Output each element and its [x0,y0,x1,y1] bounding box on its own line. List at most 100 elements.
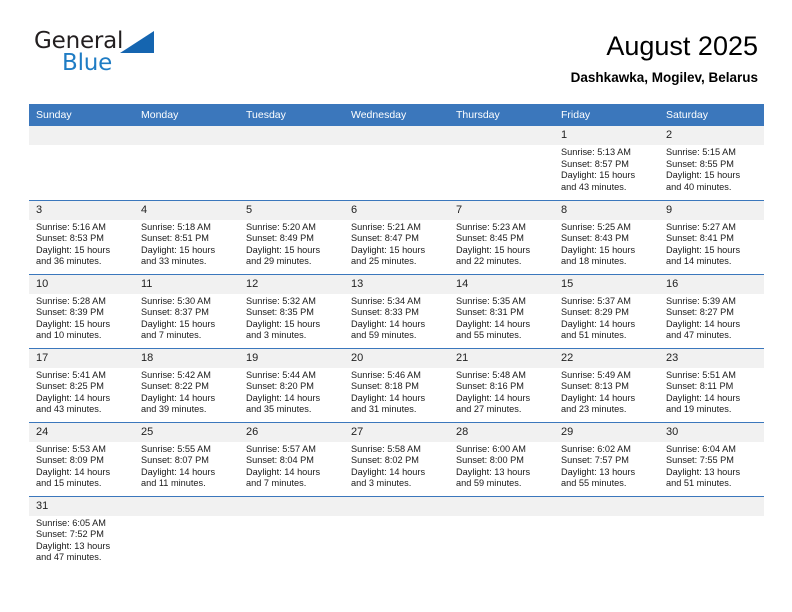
day-cell-content: 28 Sunrise: 6:00 AM Sunset: 8:00 PM Dayligh… [449,422,554,496]
daylight-duration-line1: Daylight: 14 hours [351,318,426,329]
daylight-duration-line1: Daylight: 15 hours [246,244,321,255]
daylight-duration-line1: Daylight: 14 hours [141,392,216,403]
sunrise-time: Sunrise: 5:39 AM [666,295,736,306]
calendar-day-cell[interactable]: 11 Sunrise: 5:30 AM Sunset: 8:37 PM Dayligh… [134,273,239,348]
day-cell-content: 14 Sunrise: 5:35 AM Sunset: 8:31 PM Dayligh… [449,274,554,348]
calendar-header-row: Sunday Monday Tuesday Wednesday Thursday Frid… [29,104,764,126]
sunrise-time: Sunrise: 5:20 AM [246,221,316,232]
sun-info: Sunrise: 6:02 AM Sunset: 7:57 PM Daylight:… [554,442,659,490]
day-number: 18 [134,348,239,368]
calendar-day-cell[interactable]: 18 Sunrise: 5:42 AM Sunset: 8:22 PM Dayligh… [134,347,239,422]
day-number: 21 [449,348,554,368]
calendar-day-cell[interactable]: 7 Sunrise: 5:23 AM Sunset: 8:45 PM Daylight… [449,199,554,274]
daylight-duration-line2: and 7 minutes. [141,330,202,341]
sunrise-time: Sunrise: 5:18 AM [141,221,211,232]
day-cell-content: 25 Sunrise: 5:55 AM Sunset: 8:07 PM Dayligh… [134,422,239,496]
day-number [449,126,554,145]
day-cell-content: 10 Sunrise: 5:28 AM Sunset: 8:39 PM Dayligh… [29,274,134,348]
calendar-day-cell[interactable]: 9 Sunrise: 5:27 AM Sunset: 8:41 PM Daylight… [659,199,764,274]
daylight-duration-line2: and 18 minutes. [561,256,627,267]
sunrise-time: Sunrise: 5:30 AM [141,295,211,306]
day-number [134,496,239,516]
sun-info: Sunrise: 5:44 AM Sunset: 8:20 PM Daylight:… [239,368,344,416]
daylight-duration-line1: Daylight: 14 hours [351,466,426,477]
calendar-day-cell[interactable]: 27 Sunrise: 5:58 AM Sunset: 8:02 PM Dayligh… [344,421,449,496]
day-cell-content [134,126,239,200]
day-cell-content [134,496,239,571]
daylight-duration-line1: Daylight: 15 hours [561,170,636,181]
calendar-day-cell[interactable]: 14 Sunrise: 5:35 AM Sunset: 8:31 PM Dayligh… [449,273,554,348]
calendar-day-cell[interactable]: 25 Sunrise: 5:55 AM Sunset: 8:07 PM Dayligh… [134,421,239,496]
calendar-day-cell[interactable]: 21 Sunrise: 5:48 AM Sunset: 8:16 PM Dayligh… [449,347,554,422]
calendar-day-cell[interactable]: 15 Sunrise: 5:37 AM Sunset: 8:29 PM Dayligh… [554,273,659,348]
day-cell-content: 23 Sunrise: 5:51 AM Sunset: 8:11 PM Dayligh… [659,348,764,422]
calendar-day-cell[interactable]: 26 Sunrise: 5:57 AM Sunset: 8:04 PM Dayligh… [239,421,344,496]
calendar-day-cell[interactable]: 4 Sunrise: 5:18 AM Sunset: 8:51 PM Daylight… [134,199,239,274]
calendar-day-cell[interactable]: 10 Sunrise: 5:28 AM Sunset: 8:39 PM Dayligh… [29,273,134,348]
calendar-day-cell[interactable]: 24 Sunrise: 5:53 AM Sunset: 8:09 PM Dayligh… [29,421,134,496]
sunrise-time: Sunrise: 5:27 AM [666,221,736,232]
day-number [134,126,239,145]
calendar-day-cell[interactable]: 30 Sunrise: 6:04 AM Sunset: 7:55 PM Dayligh… [659,421,764,496]
calendar-day-cell[interactable]: 5 Sunrise: 5:20 AM Sunset: 8:49 PM Daylight… [239,199,344,274]
daylight-duration-line2: and 3 minutes. [351,478,412,489]
sun-info: Sunrise: 5:34 AM Sunset: 8:33 PM Daylight:… [344,294,449,342]
day-cell-content: 1 Sunrise: 5:13 AM Sunset: 8:57 PM Daylight… [554,126,659,200]
daylight-duration-line2: and 19 minutes. [666,404,732,415]
calendar-day-cell[interactable]: 1 Sunrise: 5:13 AM Sunset: 8:57 PM Daylight… [554,126,659,200]
calendar-day-cell[interactable]: 20 Sunrise: 5:46 AM Sunset: 8:18 PM Dayligh… [344,347,449,422]
daylight-duration-line1: Daylight: 15 hours [456,244,531,255]
day-cell-content [239,496,344,571]
day-number: 22 [554,348,659,368]
day-number: 3 [29,200,134,220]
day-cell-content: 21 Sunrise: 5:48 AM Sunset: 8:16 PM Dayligh… [449,348,554,422]
sunrise-time: Sunrise: 5:42 AM [141,369,211,380]
day-number: 7 [449,200,554,220]
day-cell-content: 2 Sunrise: 5:15 AM Sunset: 8:55 PM Daylight… [659,126,764,200]
calendar-day-cell[interactable]: 28 Sunrise: 6:00 AM Sunset: 8:00 PM Dayligh… [449,421,554,496]
sunrise-time: Sunrise: 5:41 AM [36,369,106,380]
day-cell-content: 27 Sunrise: 5:58 AM Sunset: 8:02 PM Dayligh… [344,422,449,496]
sunset-time: Sunset: 8:07 PM [141,455,209,466]
general-blue-logo[interactable]: General Blue [34,28,184,86]
calendar-day-cell[interactable]: 12 Sunrise: 5:32 AM Sunset: 8:35 PM Dayligh… [239,273,344,348]
calendar-day-cell[interactable]: 3 Sunrise: 5:16 AM Sunset: 8:53 PM Daylight… [29,199,134,274]
blue-triangle-flag-icon [120,31,154,53]
calendar-cell-empty [29,126,134,200]
calendar-day-cell[interactable]: 17 Sunrise: 5:41 AM Sunset: 8:25 PM Dayligh… [29,347,134,422]
calendar-day-cell[interactable]: 8 Sunrise: 5:25 AM Sunset: 8:43 PM Daylight… [554,199,659,274]
sunrise-time: Sunrise: 5:13 AM [561,147,631,157]
calendar-day-cell[interactable]: 13 Sunrise: 5:34 AM Sunset: 8:33 PM Dayligh… [344,273,449,348]
daylight-duration-line1: Daylight: 14 hours [666,392,741,403]
weekday-header-thursday: Thursday [449,104,554,126]
day-number: 25 [134,422,239,442]
daylight-duration-line2: and 15 minutes. [36,478,102,489]
calendar-day-cell[interactable]: 16 Sunrise: 5:39 AM Sunset: 8:27 PM Dayligh… [659,273,764,348]
day-cell-content [344,496,449,571]
sunset-time: Sunset: 8:29 PM [561,307,629,318]
day-cell-content [239,126,344,200]
calendar-cell-empty [344,126,449,200]
sunrise-time: Sunrise: 5:34 AM [351,295,421,306]
calendar-day-cell[interactable]: 31 Sunrise: 6:05 AM Sunset: 7:52 PM Dayligh… [29,495,134,570]
calendar-day-cell[interactable]: 22 Sunrise: 5:49 AM Sunset: 8:13 PM Dayligh… [554,347,659,422]
day-cell-content: 7 Sunrise: 5:23 AM Sunset: 8:45 PM Daylight… [449,200,554,274]
day-number: 28 [449,422,554,442]
calendar-day-cell[interactable]: 2 Sunrise: 5:15 AM Sunset: 8:55 PM Daylight… [659,126,764,200]
day-cell-content: 22 Sunrise: 5:49 AM Sunset: 8:13 PM Dayligh… [554,348,659,422]
day-cell-content: 6 Sunrise: 5:21 AM Sunset: 8:47 PM Daylight… [344,200,449,274]
daylight-duration-line2: and 43 minutes. [561,181,627,192]
sun-info: Sunrise: 5:35 AM Sunset: 8:31 PM Daylight:… [449,294,554,342]
calendar-day-cell[interactable]: 19 Sunrise: 5:44 AM Sunset: 8:20 PM Dayligh… [239,347,344,422]
calendar-day-cell[interactable]: 6 Sunrise: 5:21 AM Sunset: 8:47 PM Daylight… [344,199,449,274]
calendar-day-cell[interactable]: 23 Sunrise: 5:51 AM Sunset: 8:11 PM Dayligh… [659,347,764,422]
sunset-time: Sunset: 7:52 PM [36,529,104,540]
calendar-day-cell[interactable]: 29 Sunrise: 6:02 AM Sunset: 7:57 PM Dayligh… [554,421,659,496]
daylight-duration-line1: Daylight: 15 hours [351,244,426,255]
day-cell-content: 11 Sunrise: 5:30 AM Sunset: 8:37 PM Dayligh… [134,274,239,348]
daylight-duration-line2: and 40 minutes. [666,181,732,192]
weekday-header-sunday: Sunday [29,104,134,126]
daylight-duration-line1: Daylight: 13 hours [666,466,741,477]
daylight-duration-line1: Daylight: 14 hours [561,318,636,329]
daylight-duration-line2: and 36 minutes. [36,256,102,267]
